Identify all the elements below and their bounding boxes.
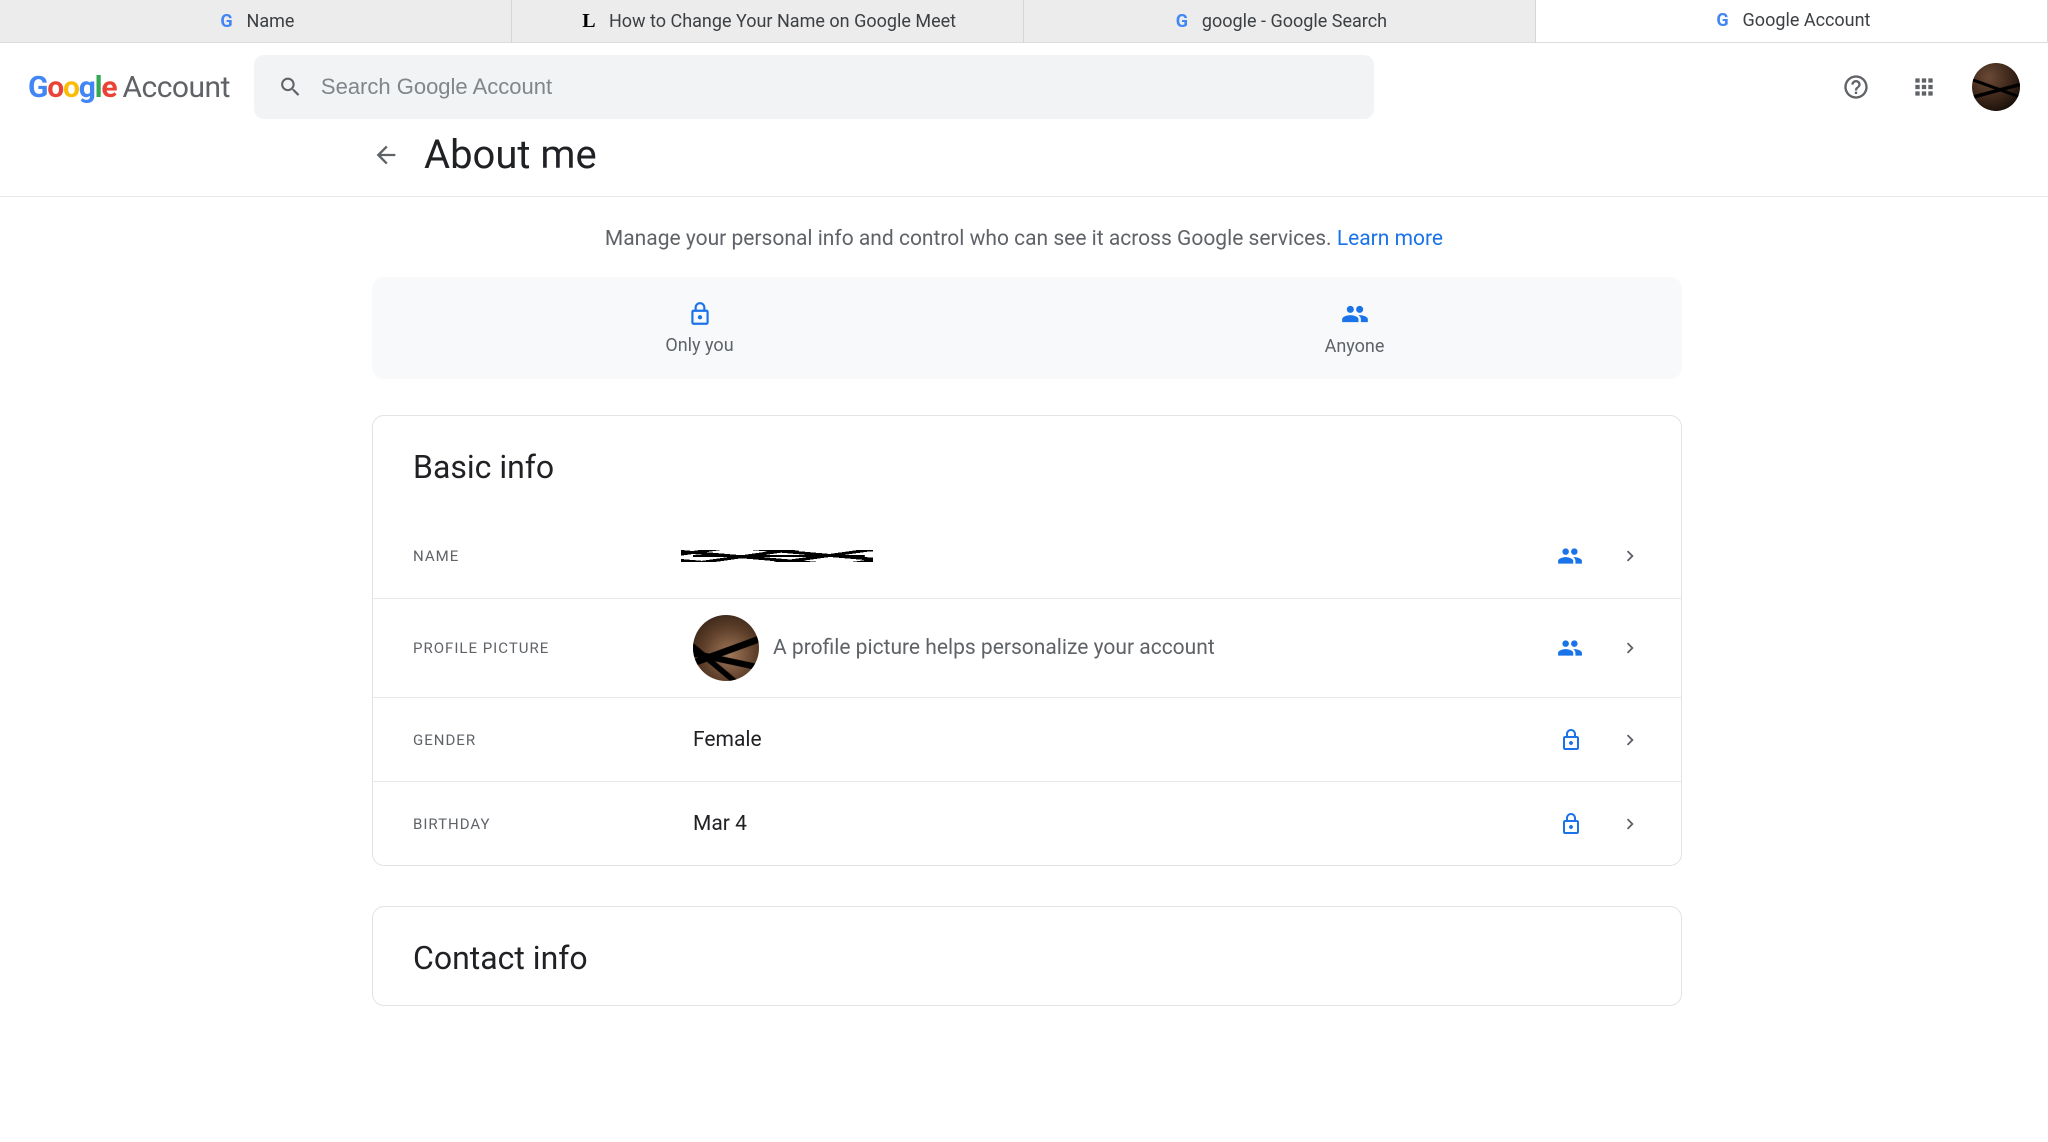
help-button[interactable] [1836,67,1876,107]
arrow-left-icon [372,141,400,169]
tab-label: Name [247,11,295,32]
help-icon [1842,73,1870,101]
brand-suffix: Account [122,70,230,105]
intro-sentence: Manage your personal info and control wh… [605,227,1337,251]
row-label: PROFILE PICTURE [413,639,693,657]
name-value-redacted: Bhoomika Sharma [693,544,865,568]
row-actions [1557,635,1641,661]
visibility-anyone: Anyone [1027,277,1682,379]
apps-grid-icon [1911,74,1937,100]
card-heading: Basic info [373,416,1681,514]
search-box[interactable] [254,55,1374,119]
lock-icon [687,301,713,327]
chevron-right-icon [1619,813,1641,835]
google-favicon-icon: G [217,11,237,31]
letter-l-favicon-icon: L [579,11,599,31]
lock-icon [1559,812,1583,836]
header-actions [1836,63,2020,111]
lock-icon [1559,728,1583,752]
intro-text: Manage your personal info and control wh… [0,197,2048,277]
visibility-legend-card: Only you Anyone [372,277,1682,379]
page-title: About me [424,131,597,178]
row-value: Mar 4 [693,812,1559,836]
google-wordmark-icon: Google [28,70,116,105]
chevron-right-icon [1619,729,1641,751]
profile-picture-hint: A profile picture helps personalize your… [773,636,1215,660]
contact-info-card: Contact info [372,906,1682,1006]
row-value: Bhoomika Sharma [693,544,1557,568]
browser-tab-strip: G Name L How to Change Your Name on Goog… [0,0,2048,43]
row-label: BIRTHDAY [413,815,693,833]
search-input[interactable] [321,74,1350,100]
row-birthday[interactable]: BIRTHDAY Mar 4 [373,781,1681,865]
visibility-label: Anyone [1325,336,1385,357]
row-label: GENDER [413,731,693,749]
chevron-right-icon [1619,545,1641,567]
apps-button[interactable] [1904,67,1944,107]
people-icon [1341,300,1369,328]
row-profile-picture[interactable]: PROFILE PICTURE A profile picture helps … [373,598,1681,697]
people-icon [1557,635,1583,661]
visibility-only-you: Only you [372,277,1027,379]
row-value: Female [693,728,1559,752]
profile-picture-thumb [693,615,759,681]
tab-google-account[interactable]: G Google Account [1536,0,2048,42]
google-favicon-icon: G [1713,11,1733,31]
search-icon [278,74,303,100]
page-title-row: About me [0,131,2048,196]
chevron-right-icon [1619,637,1641,659]
account-avatar[interactable] [1972,63,2020,111]
tab-label: Google Account [1743,10,1871,31]
row-actions [1559,812,1641,836]
app-header: Google Account [0,43,2048,131]
tab-label: How to Change Your Name on Google Meet [609,11,956,32]
visibility-label: Only you [665,335,733,356]
row-name[interactable]: NAME Bhoomika Sharma [373,514,1681,598]
back-button[interactable] [372,141,400,169]
tab-label: google - Google Search [1202,11,1387,32]
basic-info-card: Basic info NAME Bhoomika Sharma PROFILE … [372,415,1682,866]
google-favicon-icon: G [1172,11,1192,31]
row-gender[interactable]: GENDER Female [373,697,1681,781]
tab-howto[interactable]: L How to Change Your Name on Google Meet [512,0,1024,42]
row-value: A profile picture helps personalize your… [693,615,1557,681]
tab-search[interactable]: G google - Google Search [1024,0,1536,42]
row-actions [1557,543,1641,569]
google-account-logo[interactable]: Google Account [28,70,230,105]
card-heading: Contact info [373,907,1681,1005]
main-content: Only you Anyone Basic info NAME Bhoomika… [372,277,1682,1006]
people-icon [1557,543,1583,569]
row-label: NAME [413,547,693,565]
row-actions [1559,728,1641,752]
tab-name[interactable]: G Name [0,0,512,42]
learn-more-link[interactable]: Learn more [1337,227,1443,251]
